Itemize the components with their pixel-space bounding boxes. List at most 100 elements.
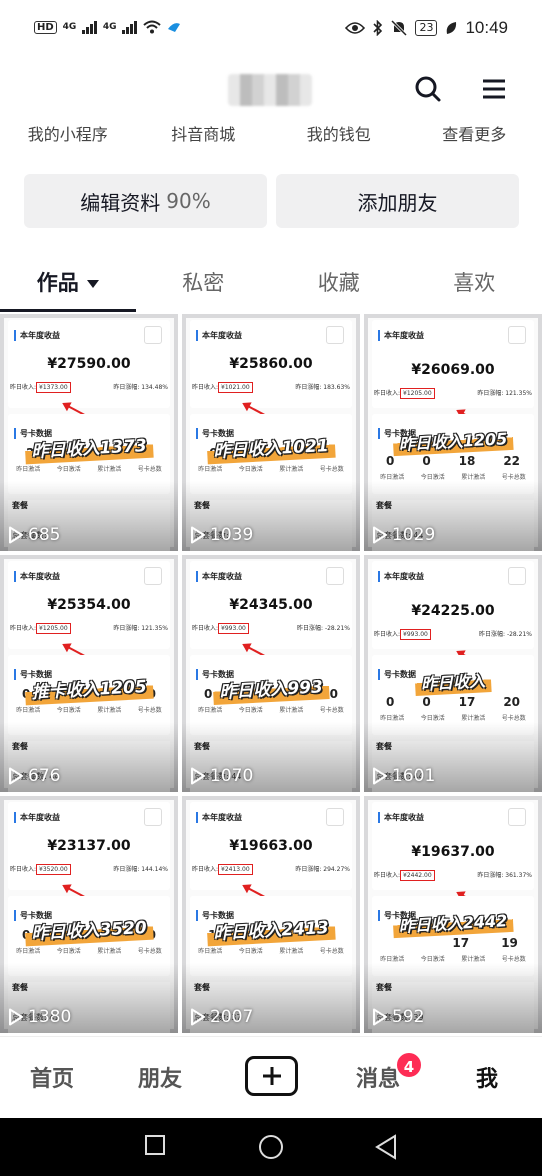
quick-link-more[interactable]: 查看更多	[407, 120, 542, 150]
annual-income-amount: ¥26069.00	[411, 362, 495, 378]
stat-labels: 昨日激活 今日激活 累计激活 号卡总数	[8, 705, 170, 714]
growth-value: 144.14%	[141, 866, 168, 873]
stat-label-2: 今日激活	[238, 707, 263, 714]
growth-label: 昨日涨幅:	[479, 631, 506, 638]
annual-income-amount: ¥23137.00	[47, 838, 131, 854]
leaf-icon	[447, 22, 457, 34]
video-thumbnail[interactable]: 本年度收益 ¥23137.00 昨日收入: ¥3520.00 昨日涨幅: 144.…	[0, 796, 178, 1033]
stat-label-1: 昨日激活	[16, 707, 41, 714]
yesterday-income-value: ¥993.00	[218, 623, 249, 634]
yesterday-income-field: 昨日收入: ¥1205.00	[374, 388, 435, 399]
menu-button[interactable]	[479, 74, 509, 104]
tab-works[interactable]: 作品	[0, 256, 136, 312]
signal-icon	[82, 20, 97, 34]
yesterday-line: 昨日收入: ¥2413.00 昨日涨幅: 294.27%	[192, 864, 350, 875]
create-post-button[interactable]	[245, 1056, 298, 1096]
circle-icon	[259, 1135, 283, 1159]
video-thumbnail[interactable]: 本年度收益 ¥24345.00 昨日收入: ¥993.00 昨日涨幅: -28.2…	[182, 555, 360, 792]
stat-labels: 昨日激活 今日激活 累计激活 号卡总数	[372, 954, 534, 963]
video-thumbnail[interactable]: 本年度收益 ¥25354.00 昨日收入: ¥1205.00 昨日涨幅: 121.…	[0, 555, 178, 792]
video-thumbnail[interactable]: 本年度收益 ¥24225.00 昨日收入: ¥993.00 昨日涨幅: -28.2…	[364, 555, 542, 792]
stat-labels: 昨日激活 今日激活 累计激活 号卡总数	[372, 472, 534, 481]
view-count-value: 1601	[392, 766, 436, 786]
growth-label: 昨日涨幅:	[113, 384, 140, 391]
stat-label-1: 昨日激活	[16, 466, 41, 473]
yesterday-line: 昨日收入: ¥2442.00 昨日涨幅: 361.37%	[374, 870, 532, 881]
growth-label: 昨日涨幅:	[113, 866, 140, 873]
nav-home[interactable]: 首页	[30, 1061, 74, 1093]
view-count: 1029	[372, 525, 435, 545]
yesterday-income-field: 昨日收入: ¥993.00	[374, 629, 431, 640]
quick-link-mini-programs[interactable]: 我的小程序	[0, 120, 136, 150]
stat-labels: 昨日激活 今日激活 累计激活 号卡总数	[190, 946, 352, 955]
stat-label-4: 号卡总数	[501, 715, 526, 722]
mute-bell-icon	[391, 20, 408, 36]
yesterday-line: 昨日收入: ¥1021.00 昨日涨幅: 183.63%	[192, 382, 350, 393]
stat-today-activated: 0	[422, 454, 431, 468]
tab-likes[interactable]: 喜欢	[407, 256, 542, 312]
stat-label-3: 累计激活	[279, 707, 304, 714]
nav-friends[interactable]: 朋友	[138, 1061, 182, 1093]
growth-field: 昨日涨幅: 294.27%	[295, 864, 350, 873]
yesterday-income-field: 昨日收入: ¥2413.00	[192, 864, 253, 875]
yesterday-line: 昨日收入: ¥3520.00 昨日涨幅: 144.14%	[10, 864, 168, 875]
video-thumbnail[interactable]: 本年度收益 ¥25860.00 昨日收入: ¥1021.00 昨日涨幅: 183.…	[182, 314, 360, 551]
edit-profile-button[interactable]: 编辑资料 90%	[24, 174, 267, 228]
growth-value: -28.21%	[506, 631, 532, 638]
annual-income-amount: ¥19637.00	[411, 844, 495, 860]
search-button[interactable]	[413, 74, 443, 104]
home-button[interactable]	[258, 1134, 284, 1164]
tab-private[interactable]: 私密	[136, 256, 272, 312]
video-thumbnail[interactable]: 本年度收益 ¥19637.00 昨日收入: ¥2442.00 昨日涨幅: 361.…	[364, 796, 542, 1033]
quick-link-wallet[interactable]: 我的钱包	[271, 120, 407, 150]
back-button[interactable]	[374, 1134, 398, 1164]
play-icon	[373, 526, 387, 544]
yesterday-line: 昨日收入: ¥1205.00 昨日涨幅: 121.35%	[10, 623, 168, 634]
stat-label-3: 累计激活	[461, 474, 486, 481]
stat-total-activated: 17	[458, 695, 476, 709]
video-thumbnail[interactable]: 本年度收益 ¥26069.00 昨日收入: ¥1205.00 昨日涨幅: 121.…	[364, 314, 542, 551]
add-friend-button[interactable]: 添加朋友	[276, 174, 519, 228]
stat-label-2: 今日激活	[56, 948, 81, 955]
stat-card-total: 20	[503, 695, 521, 709]
view-count: 1601	[372, 766, 435, 786]
signal-icon-2	[122, 20, 137, 34]
tab-favorites[interactable]: 收藏	[271, 256, 407, 312]
stat-labels: 昨日激活 今日激活 累计激活 号卡总数	[8, 464, 170, 473]
status-bar: HD 4G 4G 23 10:49	[0, 0, 542, 60]
growth-value: 121.35%	[141, 625, 168, 632]
blurred-username	[228, 74, 312, 106]
stat-label-3: 累计激活	[279, 948, 304, 955]
nav-messages[interactable]: 消息	[356, 1061, 400, 1093]
checkbox-icon	[144, 326, 162, 344]
stat-label-2: 今日激活	[420, 715, 445, 722]
stat-label-1: 昨日激活	[198, 948, 223, 955]
view-count-value: 676	[28, 766, 61, 786]
annual-income-amount: ¥25860.00	[229, 356, 313, 372]
stat-label-4: 号卡总数	[319, 707, 344, 714]
view-count-value: 1039	[210, 525, 254, 545]
nav-me[interactable]: 我	[476, 1061, 498, 1093]
video-thumbnail[interactable]: 本年度收益 ¥27590.00 昨日收入: ¥1373.00 昨日涨幅: 134.…	[0, 314, 178, 551]
video-thumbnail[interactable]: 本年度收益 ¥19663.00 昨日收入: ¥2413.00 昨日涨幅: 294.…	[182, 796, 360, 1033]
annual-income-amount: ¥27590.00	[47, 356, 131, 372]
yesterday-income-field: 昨日收入: ¥2442.00	[374, 870, 435, 881]
app-notification-icon	[167, 23, 180, 32]
clock: 10:49	[465, 18, 508, 37]
recent-apps-button[interactable]	[144, 1134, 166, 1160]
stat-today-activated: 0	[422, 695, 431, 709]
quick-link-mall[interactable]: 抖音商城	[136, 120, 272, 150]
stat-label-4: 号卡总数	[319, 948, 344, 955]
annual-income-amount: ¥19663.00	[229, 838, 313, 854]
stat-label-3: 累计激活	[461, 715, 486, 722]
yesterday-line: 昨日收入: ¥1205.00 昨日涨幅: 121.35%	[374, 388, 532, 399]
messages-badge: 4	[395, 1051, 423, 1079]
checkbox-icon	[144, 808, 162, 826]
yesterday-income-field: 昨日收入: ¥1021.00	[192, 382, 253, 393]
stat-label-3: 累计激活	[97, 466, 122, 473]
edit-profile-label: 编辑资料	[80, 190, 161, 215]
view-count: 1380	[8, 1007, 71, 1027]
yesterday-income-field: 昨日收入: ¥1205.00	[10, 623, 71, 634]
stat-total-activated: 17	[452, 936, 470, 950]
growth-field: 昨日涨幅: 121.35%	[113, 623, 168, 632]
